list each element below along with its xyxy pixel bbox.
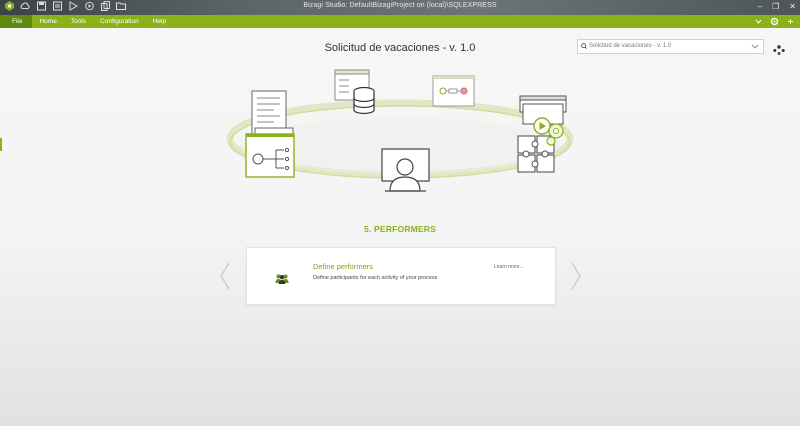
step-card: Define performers Define participants fo… xyxy=(246,247,556,305)
previous-step-button[interactable] xyxy=(219,262,231,290)
next-step-button[interactable] xyxy=(570,262,582,290)
business-rules-icon[interactable] xyxy=(245,133,295,178)
search-icon xyxy=(581,40,587,58)
window-title: Bizagi Studio: DefaultBizagiProject on (… xyxy=(303,2,497,9)
menu-file[interactable]: File xyxy=(0,15,33,28)
chevron-down-icon[interactable] xyxy=(755,15,762,33)
window-controls: – ❐ ✕ xyxy=(758,1,796,12)
menu-tools[interactable]: Tools xyxy=(64,15,93,28)
learn-more-link[interactable]: Learn more... xyxy=(494,264,524,270)
process-search-input[interactable]: Solicitud de vacaciones - v. 1.0 xyxy=(577,39,764,54)
search-value: Solicitud de vacaciones - v. 1.0 xyxy=(589,43,672,49)
menu-bar: File Home Tools Configuration Help xyxy=(0,15,800,28)
close-button[interactable]: ✕ xyxy=(789,1,796,12)
gear-icon[interactable] xyxy=(770,15,779,33)
menu-right-tools xyxy=(755,15,794,33)
performers-group-icon xyxy=(275,271,289,284)
step-title: 5. PERFORMERS xyxy=(363,224,437,234)
menu-home[interactable]: Home xyxy=(32,15,63,28)
share-icon[interactable] xyxy=(773,42,785,55)
page-title: Solicitud de vacaciones - v. 1.0 xyxy=(324,42,476,54)
process-wizard-illustration xyxy=(220,64,580,199)
left-panel-tab[interactable] xyxy=(0,138,2,151)
title-bar: Bizagi Studio: DefaultBizagiProject on (… xyxy=(0,0,800,15)
restore-button[interactable]: ❐ xyxy=(772,1,779,12)
chevron-down-icon[interactable] xyxy=(751,40,759,58)
step-description: Define participants for each activity of… xyxy=(313,275,438,281)
menu-help[interactable]: Help xyxy=(146,15,173,28)
minimize-button[interactable]: – xyxy=(758,1,762,12)
define-performers-link[interactable]: Define performers xyxy=(313,262,373,271)
forms-icon[interactable] xyxy=(432,75,475,107)
performers-icon[interactable] xyxy=(381,148,430,192)
menu-configuration[interactable]: Configuration xyxy=(93,15,146,28)
plus-icon[interactable] xyxy=(787,15,794,33)
